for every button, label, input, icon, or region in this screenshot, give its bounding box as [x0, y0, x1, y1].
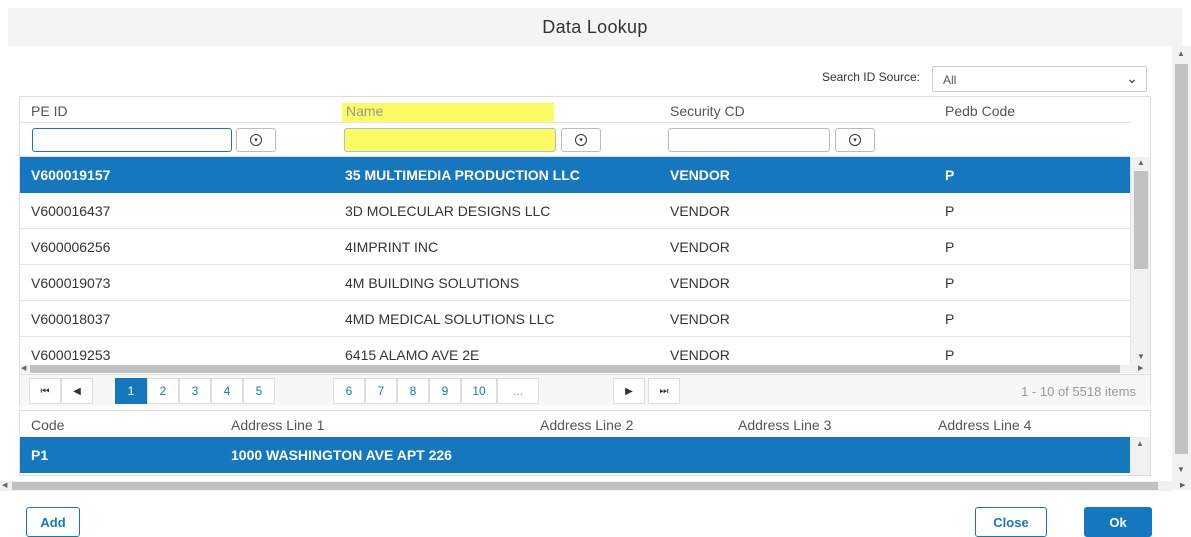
- scroll-down-icon[interactable]: ▼: [1177, 466, 1185, 474]
- cell-name: 4IMPRINT INC: [345, 239, 439, 255]
- column-header-address-line-3[interactable]: Address Line 3: [738, 417, 831, 433]
- scroll-up-icon[interactable]: ▲: [1137, 159, 1145, 167]
- grid-body: V600019157 35 MULTIMEDIA PRODUCTION LLC …: [20, 157, 1130, 365]
- cell-security-cd: VENDOR: [670, 275, 730, 291]
- column-header-address-line-1[interactable]: Address Line 1: [231, 417, 324, 433]
- cell-pedb-code: P: [945, 347, 955, 363]
- page-8-button[interactable]: 8: [397, 378, 429, 404]
- grid-vertical-scrollbar[interactable]: ▲ ▼: [1130, 157, 1150, 365]
- chevron-down-icon: ⌄: [1126, 70, 1138, 86]
- dialog-horizontal-scrollbar[interactable]: ◀ ▶: [0, 481, 1185, 491]
- scroll-left-icon[interactable]: ◀: [21, 365, 26, 373]
- cell-pe-id: V600019157: [31, 167, 111, 183]
- cell-pedb-code: P: [945, 239, 955, 255]
- page-7-button[interactable]: 7: [365, 378, 397, 404]
- table-row[interactable]: P1 1000 WASHINGTON AVE APT 226: [20, 437, 1130, 473]
- pe-id-filter-button[interactable]: ▾: [236, 128, 276, 152]
- cell-security-cd: VENDOR: [670, 167, 730, 183]
- scroll-right-icon[interactable]: ▶: [1138, 365, 1143, 373]
- grid-hscroll-thumb[interactable]: [30, 365, 1120, 373]
- page-6-button[interactable]: 6: [333, 378, 365, 404]
- address-grid-vertical-scrollbar[interactable]: ▲: [1130, 437, 1150, 475]
- add-button[interactable]: Add: [26, 507, 80, 537]
- prev-page-button[interactable]: ◀: [61, 378, 93, 404]
- page-10-button[interactable]: 10: [461, 378, 497, 404]
- cell-address-line-1: 1000 WASHINGTON AVE APT 226: [231, 447, 452, 463]
- column-header-pedb-code[interactable]: Pedb Code: [945, 103, 1015, 119]
- dialog-vertical-scrollbar[interactable]: ▲ ▼: [1172, 46, 1191, 490]
- ok-button[interactable]: Ok: [1084, 507, 1152, 537]
- search-id-source-select[interactable]: All ⌄: [932, 66, 1147, 92]
- cell-pedb-code: P: [945, 203, 955, 219]
- cell-name: 4MD MEDICAL SOLUTIONS LLC: [345, 311, 555, 327]
- header-divider: [20, 122, 1130, 123]
- page-5-button[interactable]: 5: [243, 378, 275, 404]
- column-header-security-cd[interactable]: Security CD: [670, 103, 745, 119]
- page-3-button[interactable]: 3: [179, 378, 211, 404]
- filter-icon: ▾: [250, 134, 262, 146]
- name-filter-input[interactable]: [344, 128, 556, 152]
- grid-horizontal-scrollbar[interactable]: ◀ ▶: [20, 365, 1150, 373]
- address-grid: Code Address Line 1 Address Line 2 Addre…: [19, 410, 1151, 476]
- pe-id-filter-input[interactable]: [32, 128, 232, 152]
- column-header-name[interactable]: Name: [346, 103, 383, 119]
- table-row[interactable]: V600018037 4MD MEDICAL SOLUTIONS LLC VEN…: [20, 301, 1130, 337]
- first-page-button[interactable]: ⏮: [29, 378, 61, 404]
- cell-name: 6415 ALAMO AVE 2E: [345, 347, 480, 363]
- cell-pedb-code: P: [945, 311, 955, 327]
- cell-security-cd: VENDOR: [670, 347, 730, 363]
- cell-security-cd: VENDOR: [670, 311, 730, 327]
- security-cd-filter-input[interactable]: [668, 128, 830, 152]
- filter-icon: ▾: [575, 134, 587, 146]
- cell-pe-id: V600019073: [31, 275, 111, 291]
- scroll-right-icon[interactable]: ▶: [1180, 482, 1185, 490]
- name-filter-button[interactable]: ▾: [561, 128, 601, 152]
- scroll-left-icon[interactable]: ◀: [2, 482, 7, 490]
- close-button[interactable]: Close: [975, 507, 1047, 537]
- table-row[interactable]: V600019253 6415 ALAMO AVE 2E VENDOR P: [20, 337, 1130, 365]
- security-cd-filter-button[interactable]: ▾: [835, 128, 875, 152]
- column-header-address-line-2[interactable]: Address Line 2: [540, 417, 633, 433]
- dialog-hscroll-thumb[interactable]: [12, 482, 1158, 490]
- cell-code: P1: [31, 447, 49, 463]
- column-header-pe-id[interactable]: PE ID: [31, 103, 68, 119]
- page-1-button[interactable]: 1: [115, 378, 147, 404]
- dialog-scroll-thumb[interactable]: [1175, 64, 1188, 454]
- scroll-up-icon[interactable]: ▲: [1136, 440, 1144, 448]
- cell-pe-id: V600019253: [31, 347, 111, 363]
- table-row[interactable]: V600019157 35 MULTIMEDIA PRODUCTION LLC …: [20, 157, 1130, 193]
- scroll-up-icon[interactable]: ▲: [1177, 50, 1185, 58]
- column-header-code[interactable]: Code: [31, 417, 64, 433]
- page-4-button[interactable]: 4: [211, 378, 243, 404]
- pager-info: 1 - 10 of 5518 items: [1021, 384, 1136, 399]
- pager: ⏮ ◀ 1 2 3 4 5 6 7 8 9 10 ... ▶ ⏭ 1 - 10 …: [20, 374, 1150, 406]
- cell-security-cd: VENDOR: [670, 239, 730, 255]
- cell-pe-id: V600018037: [31, 311, 111, 327]
- cell-name: 3D MOLECULAR DESIGNS LLC: [345, 203, 551, 219]
- filter-icon: ▾: [849, 134, 861, 146]
- table-row[interactable]: V600006256 4IMPRINT INC VENDOR P: [20, 229, 1130, 265]
- search-id-source-value: All: [943, 73, 957, 87]
- cell-pedb-code: P: [945, 167, 955, 183]
- search-id-source-label: Search ID Source:: [821, 70, 920, 84]
- more-pages-button[interactable]: ...: [497, 378, 539, 404]
- table-row[interactable]: V600016437 3D MOLECULAR DESIGNS LLC VEND…: [20, 193, 1130, 229]
- last-page-button[interactable]: ⏭: [648, 378, 680, 404]
- page-2-button[interactable]: 2: [147, 378, 179, 404]
- dialog-title: Data Lookup: [8, 8, 1182, 46]
- column-header-address-line-4[interactable]: Address Line 4: [938, 417, 1031, 433]
- table-row[interactable]: V600019073 4M BUILDING SOLUTIONS VENDOR …: [20, 265, 1130, 301]
- grid-scroll-thumb[interactable]: [1134, 171, 1148, 269]
- lookup-grid: PE ID Name Security CD Pedb Code ▾ ▾ ▾ V…: [19, 96, 1151, 406]
- cell-name: 4M BUILDING SOLUTIONS: [345, 275, 520, 291]
- cell-name: 35 MULTIMEDIA PRODUCTION LLC: [345, 167, 580, 183]
- cell-pe-id: V600016437: [31, 203, 111, 219]
- cell-security-cd: VENDOR: [670, 203, 730, 219]
- scroll-down-icon[interactable]: ▼: [1137, 353, 1145, 361]
- page-9-button[interactable]: 9: [429, 378, 461, 404]
- cell-pe-id: V600006256: [31, 239, 111, 255]
- next-page-button[interactable]: ▶: [613, 378, 645, 404]
- cell-pedb-code: P: [945, 275, 955, 291]
